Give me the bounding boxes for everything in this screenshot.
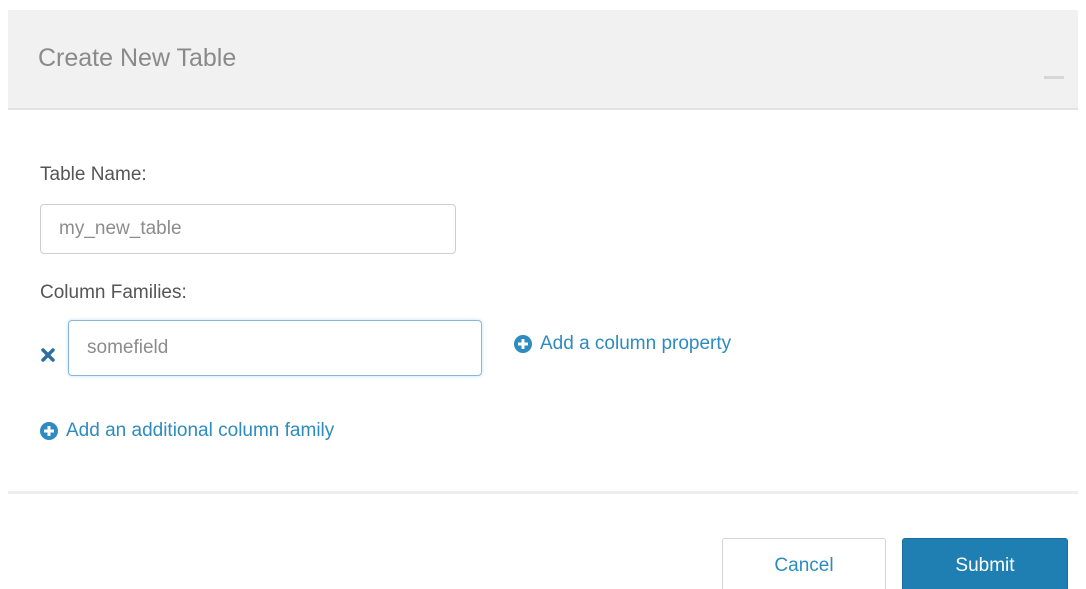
add-column-family-link[interactable]: Add an additional column family — [40, 420, 334, 442]
table-name-label: Table Name: — [40, 164, 147, 185]
footer-divider — [8, 491, 1078, 494]
add-column-family-label: Add an additional column family — [66, 420, 335, 441]
times-icon[interactable] — [40, 347, 56, 363]
add-column-property-link[interactable]: Add a column property — [514, 333, 731, 355]
close-icon[interactable] — [1044, 76, 1064, 79]
column-families-label: Column Families: — [40, 282, 187, 303]
submit-button[interactable]: Submit — [902, 538, 1068, 589]
dialog-title: Create New Table — [38, 44, 237, 72]
plus-circle-icon — [40, 422, 58, 440]
dialog-header: Create New Table — [8, 10, 1078, 110]
create-table-dialog: Create New Table Table Name: Column Fami… — [0, 0, 1086, 589]
cancel-button[interactable]: Cancel — [722, 538, 886, 589]
column-family-input[interactable] — [68, 320, 482, 376]
plus-circle-icon — [514, 335, 532, 353]
add-column-property-label: Add a column property — [540, 333, 732, 354]
table-name-input[interactable] — [40, 204, 456, 254]
